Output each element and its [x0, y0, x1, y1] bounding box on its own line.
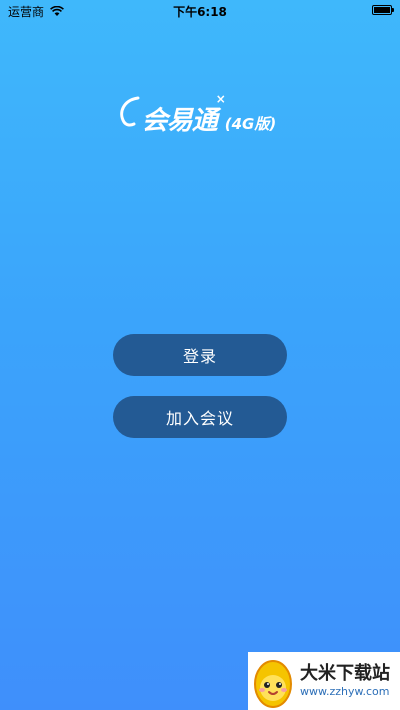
logo-name: 会易通 [141, 106, 218, 136]
logo-x-icon: × [215, 92, 226, 106]
battery-icon [372, 5, 394, 15]
watermark-title: 大米下载站 [300, 663, 390, 684]
logo-suffix: (4G版) [224, 115, 277, 133]
logo-mark: 会易通 × [119, 92, 226, 137]
status-time: 下午6:18 [173, 5, 227, 19]
join-meeting-button[interactable]: 加入会议 [113, 396, 287, 438]
login-button[interactable]: 登录 [113, 334, 287, 376]
watermark-url: www.zzhyw.com [300, 685, 390, 698]
watermark-text: 大米下载站 www.zzhyw.com [300, 663, 390, 699]
status-bar: 运营商 下午6:18 [0, 0, 400, 22]
app-logo: 会易通 × (4G版) [0, 92, 400, 137]
rice-mascot-icon [254, 660, 292, 708]
watermark: 大米下载站 www.zzhyw.com [248, 652, 400, 710]
logo-swoosh-icon [119, 96, 140, 127]
